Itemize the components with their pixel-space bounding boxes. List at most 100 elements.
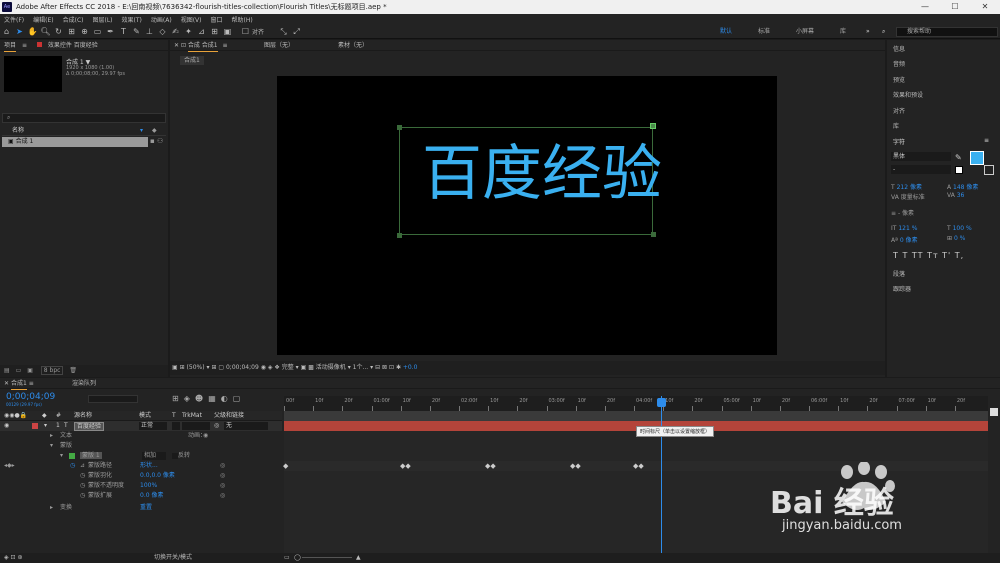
camera-dropdown[interactable]: 活动摄像机 [316,364,346,371]
column-mode[interactable]: 模式 [139,411,151,421]
eraser-tool-icon[interactable]: ◇ [157,26,168,37]
workspace-small-screen[interactable]: 小屏幕 [796,25,814,39]
stroke-color-swatch[interactable] [984,165,994,175]
new-composition-icon[interactable]: ▣ [27,367,33,374]
leading-value[interactable]: 148 像素 [953,184,978,191]
time-ruler[interactable]: 00f 10f 20f 01:00f 10f 20f 02:00f 10f 20f 03:00f 1… [284,396,988,411]
panel-libraries[interactable]: 库 [893,121,899,130]
work-area-end-handle[interactable] [990,408,998,416]
world-axis-icon[interactable]: ⊞ [209,26,220,37]
expand-arrow-icon[interactable]: ▸ [50,503,53,513]
menu-animation[interactable]: 动画(A) [151,15,172,24]
panel-tracker[interactable]: 跟踪器 [893,284,911,293]
always-preview-icon[interactable]: ▣ [172,364,178,371]
expand-arrow-icon[interactable]: ▾ [50,441,53,451]
toggle-switches-modes-button[interactable]: 切换开关/模式 [154,553,192,563]
exposure-icon[interactable]: ✱ [396,364,401,371]
pickwhip-icon[interactable]: ◎ [220,471,225,481]
tab-layer[interactable]: 图层（无） [264,40,294,51]
timeline-current-time[interactable]: 0;00;04;09 [6,392,55,402]
zoom-slider-knob[interactable]: ◯ [294,553,301,563]
interpret-footage-icon[interactable]: ▤ [4,367,10,374]
zoom-out-icon[interactable]: ▭ [284,553,290,563]
label-icon[interactable]: ◆ [152,126,157,136]
type-tool-icon[interactable]: T [118,26,129,37]
mask-opacity-row[interactable]: ◷ 蒙版不透明度 100% ◎ [0,481,282,491]
panel-info[interactable]: 信息 [893,44,905,53]
puppet-tool-icon[interactable]: ✦ [183,26,194,37]
mask-color-swatch[interactable] [69,453,75,459]
rectangle-tool-icon[interactable]: ▭ [92,26,103,37]
project-search-input[interactable]: ⌕ [2,113,166,123]
frame-blend-icon[interactable]: ▦ [208,394,221,403]
tab-timeline-comp[interactable]: 合成1 [10,378,27,390]
mask-row[interactable]: ▾ 蒙版 1 相加 反转 [0,451,282,461]
stopwatch-icon[interactable]: ◷ [80,481,85,491]
workspace-default[interactable]: 默认 [720,25,732,39]
breadcrumb[interactable]: 合成1 [180,56,204,65]
layer-row[interactable]: ◉ ▾ 1 T 百度经验 正常 ◎ 无 [0,421,282,431]
trkmat-dropdown[interactable] [182,422,210,430]
mask-vertex-handle[interactable] [650,123,656,129]
keyframe-icon[interactable]: ◆◆ [633,462,644,470]
resolution-dropdown[interactable]: 完整 [282,364,294,371]
menu-help[interactable]: 帮助(H) [232,15,253,24]
menu-composition[interactable]: 合成(C) [63,15,84,24]
graph-editor-icon[interactable]: ▢ [233,394,246,403]
menu-view[interactable]: 视图(V) [181,15,202,24]
faux-bold-button[interactable]: T [893,251,899,260]
mask-expansion-row[interactable]: ◷ 蒙版扩展 0.0 像素 ◎ [0,491,282,501]
font-family-dropdown[interactable]: 黑体 [891,152,951,161]
tracking-value[interactable]: 36 [957,192,965,199]
close-icon[interactable]: ✕ [174,42,181,49]
transparency-grid-icon[interactable]: ▩ [308,364,314,371]
camera-tool-icon[interactable]: ⊞ [66,26,77,37]
stopwatch-icon[interactable]: ◷ [80,471,85,481]
horizontal-scale-value[interactable]: 100 % [953,225,972,232]
mask-mode-dropdown[interactable]: 相加 [142,452,166,460]
exposure-value[interactable]: +0.0 [403,364,418,371]
mask-feather-row[interactable]: ◷ 蒙版羽化 0.0,0.0 像素 ◎ [0,471,282,481]
expand-arrow-icon[interactable]: ▸ [50,431,53,441]
keyframe-navigator-icon[interactable]: ◂◆▸ [4,461,15,471]
tab-effect-controls[interactable]: 效果控件 百度经验 [48,42,98,49]
mask-feather-value[interactable]: 0.0,0.0 像素 [140,471,175,481]
superscript-button[interactable]: T' [942,251,951,260]
sort-icon[interactable]: ▾ [140,126,143,136]
kerning-value[interactable]: 度量标准 [901,194,925,201]
faux-italic-button[interactable]: T [902,251,908,260]
zoom-in-icon[interactable]: ▲ [356,553,361,563]
snap-checkbox[interactable]: ☐ [240,26,251,37]
home-icon[interactable]: ⌂ [1,26,12,37]
font-style-dropdown[interactable]: - [891,165,951,174]
menu-effect[interactable]: 效果(T) [122,15,142,24]
local-axis-icon[interactable]: ⊿ [196,26,207,37]
property-row[interactable]: ▾ 蒙版 [0,441,282,451]
show-snapshot-icon[interactable]: ◈ [268,364,273,371]
pickwhip-icon[interactable]: ◎ [220,481,225,491]
parent-pickwhip-icon[interactable]: ◎ [214,421,219,431]
panel-menu-icon[interactable]: ≡ [984,137,989,144]
roto-brush-tool-icon[interactable]: ✍ [170,26,181,37]
magnification-icon[interactable]: ⊞ [180,364,185,371]
character-panel-title[interactable]: 字符 [893,137,905,146]
parent-dropdown[interactable]: 无 [224,422,268,430]
close-button[interactable]: ✕ [970,0,1000,14]
tab-footage[interactable]: 素材（无） [338,40,368,51]
panel-menu-icon[interactable]: ≡ [223,42,228,49]
snapshot-icon[interactable]: ◉ [261,364,266,371]
composition-canvas[interactable]: 百度经验 [277,76,777,355]
fast-preview-icon[interactable]: ⊟ [375,364,380,371]
white-swatch[interactable] [955,166,963,174]
hand-tool-icon[interactable]: ✋ [27,26,38,37]
tab-render-queue[interactable]: 渲染队列 [72,378,96,389]
subscript-button[interactable]: T, [955,251,964,260]
work-area-bar[interactable] [284,411,988,421]
draft-3d-icon[interactable]: ◈ [184,394,195,403]
column-name[interactable]: 名称 [12,127,24,134]
panel-audio[interactable]: 音频 [893,59,905,68]
clone-tool-icon[interactable]: ⊥ [144,26,155,37]
stopwatch-icon[interactable]: ◷ [80,491,85,501]
fill-color-swatch[interactable] [970,151,984,165]
brush-tool-icon[interactable]: ✎ [131,26,142,37]
